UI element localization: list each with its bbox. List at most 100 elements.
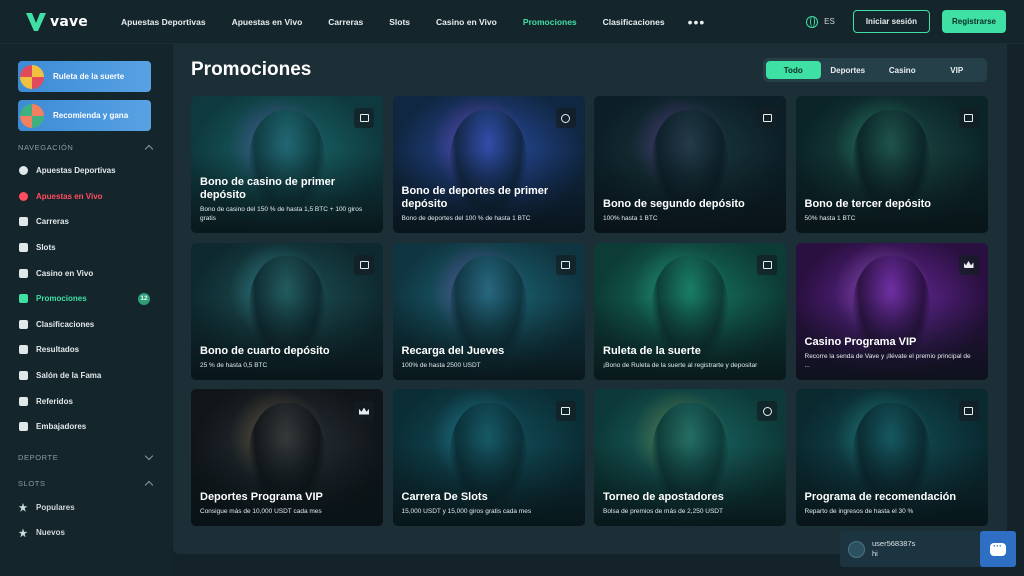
slots-icon <box>18 243 28 253</box>
promo-card-title: Recarga del Jueves <box>401 344 505 357</box>
filter-tab-vip[interactable]: VIP <box>930 61 985 79</box>
sidebar-item-populares[interactable]: Populares <box>18 495 152 521</box>
sidebar-item-referidos[interactable]: Referidos <box>18 388 152 414</box>
nav-item-apuestas-deportivas[interactable]: Apuestas Deportivas <box>121 17 206 27</box>
sidebar-item-label: Salón de la Fama <box>36 371 102 381</box>
promo-card-title: Bono de deportes de primer depósito <box>401 185 549 210</box>
sidebar-item-label: Carreras <box>36 217 69 227</box>
promo-banner-label: Ruleta de la suerte <box>53 72 125 81</box>
sidebar-item-apuestas-deportivas[interactable]: Apuestas Deportivas <box>18 158 152 184</box>
promo-card-description: Consigue más de 10,000 USDT cada mes <box>200 508 322 515</box>
slot-machine-icon <box>555 254 576 275</box>
chat-bubble-icon <box>990 541 1006 556</box>
sidebar-item-embajadores[interactable]: Embajadores <box>18 414 152 440</box>
promo-card[interactable]: Bono de casino de primer depósito Bono de… <box>191 96 383 233</box>
language-label: ES <box>824 17 835 26</box>
promo-card[interactable]: Torneo de apostadores Bolsa de premios de… <box>594 389 786 526</box>
vave-logo-icon <box>26 12 46 31</box>
promo-grid: Bono de casino de primer depósito Bono de… <box>191 96 988 526</box>
promo-card-title: Bono de tercer depósito <box>804 198 932 210</box>
cards-icon <box>18 268 28 278</box>
nav-item-casino-en-vivo[interactable]: Casino en Vivo <box>436 17 497 27</box>
main-content: Promociones Todo Deportes Casino VIP Bono d… <box>173 44 1007 554</box>
promo-card[interactable]: Casino Programa VIP Recorre la senda de V… <box>795 242 988 380</box>
sidebar-item-apuestas-en-vivo[interactable]: Apuestas en Vivo <box>18 184 152 210</box>
soccer-ball-icon <box>18 166 28 176</box>
horse-icon <box>18 217 28 227</box>
filter-tab-deportes[interactable]: Deportes <box>821 61 876 79</box>
promo-banner-2[interactable]: Recomienda y gana <box>18 100 151 131</box>
promo-card[interactable]: Bono de deportes de primer depósito Bono … <box>392 96 585 233</box>
filter-tabs: Todo Deportes Casino VIP <box>763 58 987 82</box>
referral-icon <box>20 103 44 128</box>
nav-item-apuestas-en-vivo[interactable]: Apuestas en Vivo <box>232 17 303 27</box>
logo[interactable]: vave <box>26 12 108 31</box>
register-button[interactable]: Registrarse <box>941 10 1006 33</box>
promo-card-description: 100% hasta 1 BTC <box>603 215 658 222</box>
promo-card[interactable]: Deportes Programa VIP Consigue más de 10,… <box>191 389 383 526</box>
promo-card[interactable]: Bono de tercer depósito 50% hasta 1 BTC <box>795 96 988 233</box>
sidebar-item-casino-en-vivo[interactable]: Casino en Vivo <box>18 260 152 286</box>
sidebar-item-label: Slots <box>36 243 56 253</box>
sidebar-item-label: Casino en Vivo <box>36 268 94 278</box>
handshake-icon <box>18 422 28 432</box>
sidebar-item-label: Populares <box>36 502 75 512</box>
sidebar-item-label: Clasificaciones <box>36 319 95 329</box>
sidebar-item-resultados[interactable]: Resultados <box>18 337 152 363</box>
language-selector[interactable]: ES <box>806 15 835 28</box>
nav-item-slots[interactable]: Slots <box>389 17 410 27</box>
count-badge: 12 <box>138 292 150 305</box>
filter-tab-todo[interactable]: Todo <box>766 61 821 79</box>
sidebar-item-label: Nuevos <box>36 528 65 538</box>
promo-card-title: Programa de recomendación <box>804 491 957 503</box>
sidebar-item-clasificaciones[interactable]: Clasificaciones <box>18 312 152 338</box>
promo-card-description: 100% de hasta 2500 USDT <box>401 361 481 369</box>
deporte-section-title: DEPORTE <box>18 453 59 463</box>
sidebar-item-slots[interactable]: Slots <box>18 235 152 261</box>
nav-item-carreras[interactable]: Carreras <box>328 17 363 27</box>
promo-card[interactable]: Bono de cuarto depósito 25 % de hasta 0,5… <box>191 242 383 380</box>
chat-button[interactable] <box>980 531 1016 567</box>
deporte-section-header[interactable]: DEPORTE <box>18 451 154 465</box>
promo-card-title: Casino Programa VIP <box>804 335 917 348</box>
promo-card-title: Carrera De Slots <box>401 491 488 503</box>
gift-box-icon <box>18 396 28 406</box>
filter-tab-casino[interactable]: Casino <box>875 61 930 79</box>
promo-card[interactable]: Recarga del Jueves 100% de hasta 2500 USD… <box>392 242 585 380</box>
sidebar-item-label: Promociones <box>36 294 87 304</box>
sidebar-item-salón-de-la-fama[interactable]: Salón de la Fama <box>18 363 152 389</box>
sidebar-item-carreras[interactable]: Carreras <box>18 209 152 235</box>
top-bar: vave Apuestas Deportivas Apuestas en Vivo… <box>0 0 1024 44</box>
nav-item-promociones[interactable]: Promociones <box>523 17 577 27</box>
sidebar-item-label: Apuestas Deportivas <box>36 166 116 176</box>
chat-username: user568387s <box>872 539 916 548</box>
slots-section-header[interactable]: SLOTS <box>18 477 154 491</box>
trophy-icon <box>18 371 28 381</box>
sidebar-item-promociones[interactable]: Promociones 12 <box>18 286 152 312</box>
chevron-up-icon <box>144 480 154 490</box>
slot-machine-icon <box>555 401 576 421</box>
chat-widget[interactable]: user568387s hi <box>840 531 1016 567</box>
promo-card[interactable]: Programa de recomendación Reparto de ingr… <box>795 389 988 526</box>
promo-card-description: 25 % de hasta 0,5 BTC <box>200 361 268 369</box>
promo-card[interactable]: Ruleta de la suerte ¡Bono de Ruleta de la… <box>594 242 786 380</box>
chat-message: hi <box>872 549 878 558</box>
login-button[interactable]: Iniciar sesión <box>852 10 930 33</box>
promo-card-description: Bono de deportes del 100 % de hasta 1 BT… <box>401 215 531 222</box>
flag-icon <box>18 345 28 355</box>
promo-card[interactable]: Bono de segundo depósito 100% hasta 1 BTC <box>594 96 786 233</box>
sidebar-item-nuevos[interactable]: Nuevos <box>18 520 152 546</box>
nav-section-header[interactable]: NAVEGACIÓN <box>18 143 154 154</box>
crown-icon <box>958 254 979 275</box>
promo-card[interactable]: Carrera De Slots 15,000 USDT y 15,000 gir… <box>392 389 585 526</box>
promo-banner-label: Recomienda y gana <box>53 111 129 120</box>
gift-icon <box>18 294 28 304</box>
page-title: Promociones <box>191 59 312 80</box>
more-menu-button[interactable]: ••• <box>688 14 706 30</box>
sidebar: Ruleta de la suerte Recomienda y gana NAV… <box>0 44 172 576</box>
promo-card-title: Bono de cuarto depósito <box>200 344 330 357</box>
promo-banner-1[interactable]: Ruleta de la suerte <box>18 61 151 92</box>
nav-item-clasificaciones[interactable]: Clasificaciones <box>603 17 665 27</box>
chevron-up-icon <box>144 144 154 154</box>
crown-icon <box>354 401 374 421</box>
